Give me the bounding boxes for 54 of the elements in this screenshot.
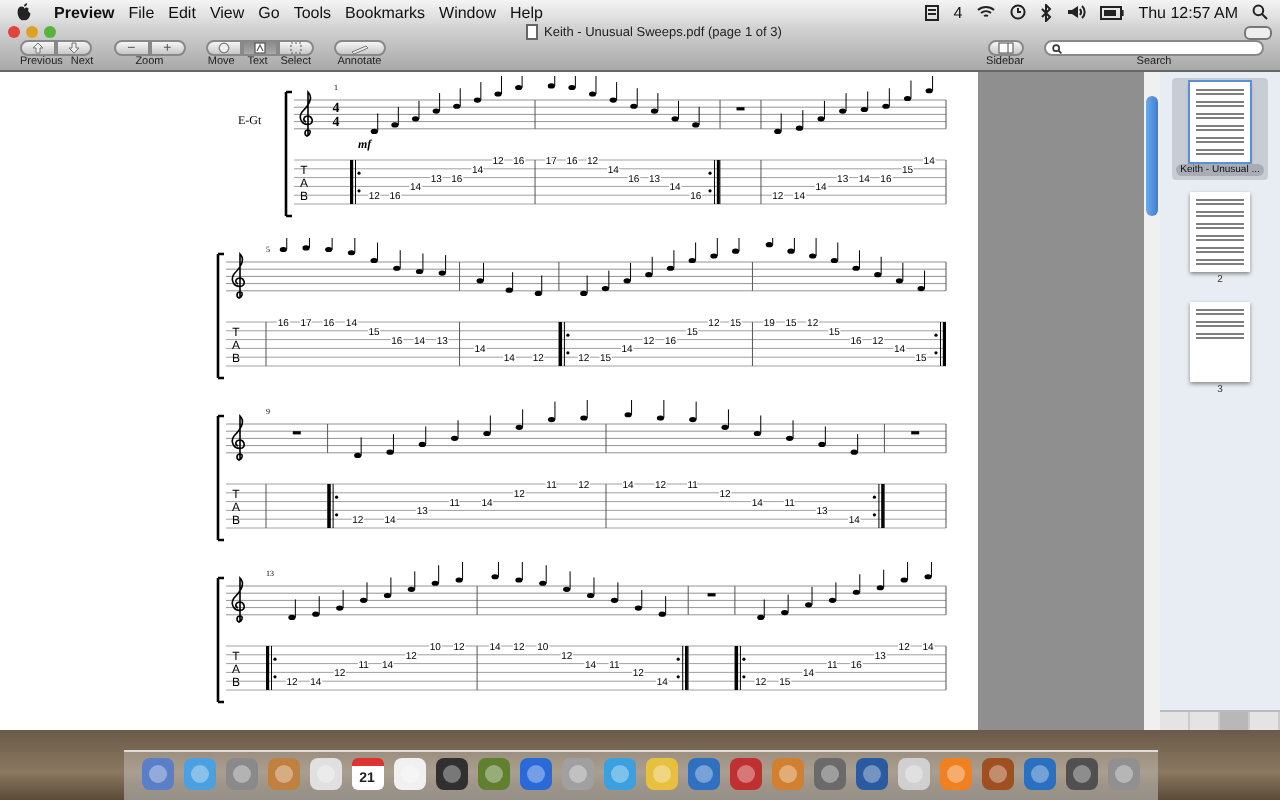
- search-icon: [1052, 43, 1062, 53]
- tool-button[interactable]: [205, 40, 242, 56]
- up-arrow-icon: [32, 42, 45, 54]
- hand-icon: [217, 42, 230, 54]
- scroll-bar[interactable]: [1144, 72, 1160, 730]
- app-icon[interactable]: [979, 756, 1015, 792]
- menu-item[interactable]: Help: [509, 3, 543, 21]
- menu-item[interactable]: Preview: [54, 3, 115, 21]
- menu-item[interactable]: Bookmarks: [345, 3, 426, 21]
- page-preview-drawing: [1190, 192, 1250, 272]
- toolbar-toggle-button[interactable]: [1244, 25, 1272, 39]
- tool-button[interactable]: [277, 40, 314, 56]
- view-mode-button[interactable]: [1220, 712, 1250, 730]
- app-icon[interactable]: [643, 756, 679, 792]
- menu-clock[interactable]: Thu 12:57 AM: [1138, 3, 1238, 21]
- menu-item[interactable]: Window: [439, 3, 496, 21]
- next-button[interactable]: [56, 40, 93, 56]
- zoom-button[interactable]: [44, 26, 56, 38]
- page-preview-drawing: [1190, 82, 1250, 162]
- close-button[interactable]: [8, 26, 20, 38]
- menu-item[interactable]: File: [128, 3, 155, 21]
- app-icon[interactable]: [853, 756, 889, 792]
- app-icon[interactable]: [895, 756, 931, 792]
- menu-item[interactable]: View: [209, 3, 245, 21]
- clock-icon[interactable]: [1010, 4, 1027, 20]
- app-icon[interactable]: [1063, 756, 1099, 792]
- bluetooth-icon[interactable]: [1040, 3, 1053, 21]
- search-icon[interactable]: [1252, 4, 1268, 20]
- menu-item[interactable]: Go: [258, 3, 280, 21]
- app-icon[interactable]: [727, 756, 763, 792]
- sidebar-icon: [997, 42, 1014, 54]
- wifi-icon[interactable]: [976, 4, 997, 20]
- status-icon[interactable]: [923, 3, 940, 21]
- volume-icon[interactable]: [1066, 4, 1087, 20]
- menu-item[interactable]: Tools: [293, 3, 331, 21]
- battery-icon[interactable]: [1100, 5, 1125, 19]
- tool-button[interactable]: [241, 40, 278, 56]
- selection-icon: [289, 42, 302, 54]
- down-arrow-icon: [68, 42, 81, 54]
- app-icon[interactable]: [307, 756, 343, 792]
- scroll-thumb[interactable]: [1146, 96, 1158, 216]
- page-preview-drawing: [1190, 302, 1250, 382]
- annotate-button[interactable]: [333, 40, 386, 56]
- apple-icon[interactable]: [16, 2, 32, 22]
- text-cursor-icon: [253, 42, 266, 54]
- pencil-icon: [349, 43, 370, 53]
- app-icon[interactable]: [433, 756, 469, 792]
- app-icon[interactable]: [391, 756, 427, 792]
- previous-button[interactable]: [20, 40, 57, 56]
- menu-item[interactable]: Edit: [168, 3, 196, 21]
- search-field[interactable]: [1044, 40, 1264, 56]
- sidebar-button[interactable]: [987, 40, 1024, 56]
- minimize-button[interactable]: [26, 26, 38, 38]
- status-count: 4: [953, 3, 963, 21]
